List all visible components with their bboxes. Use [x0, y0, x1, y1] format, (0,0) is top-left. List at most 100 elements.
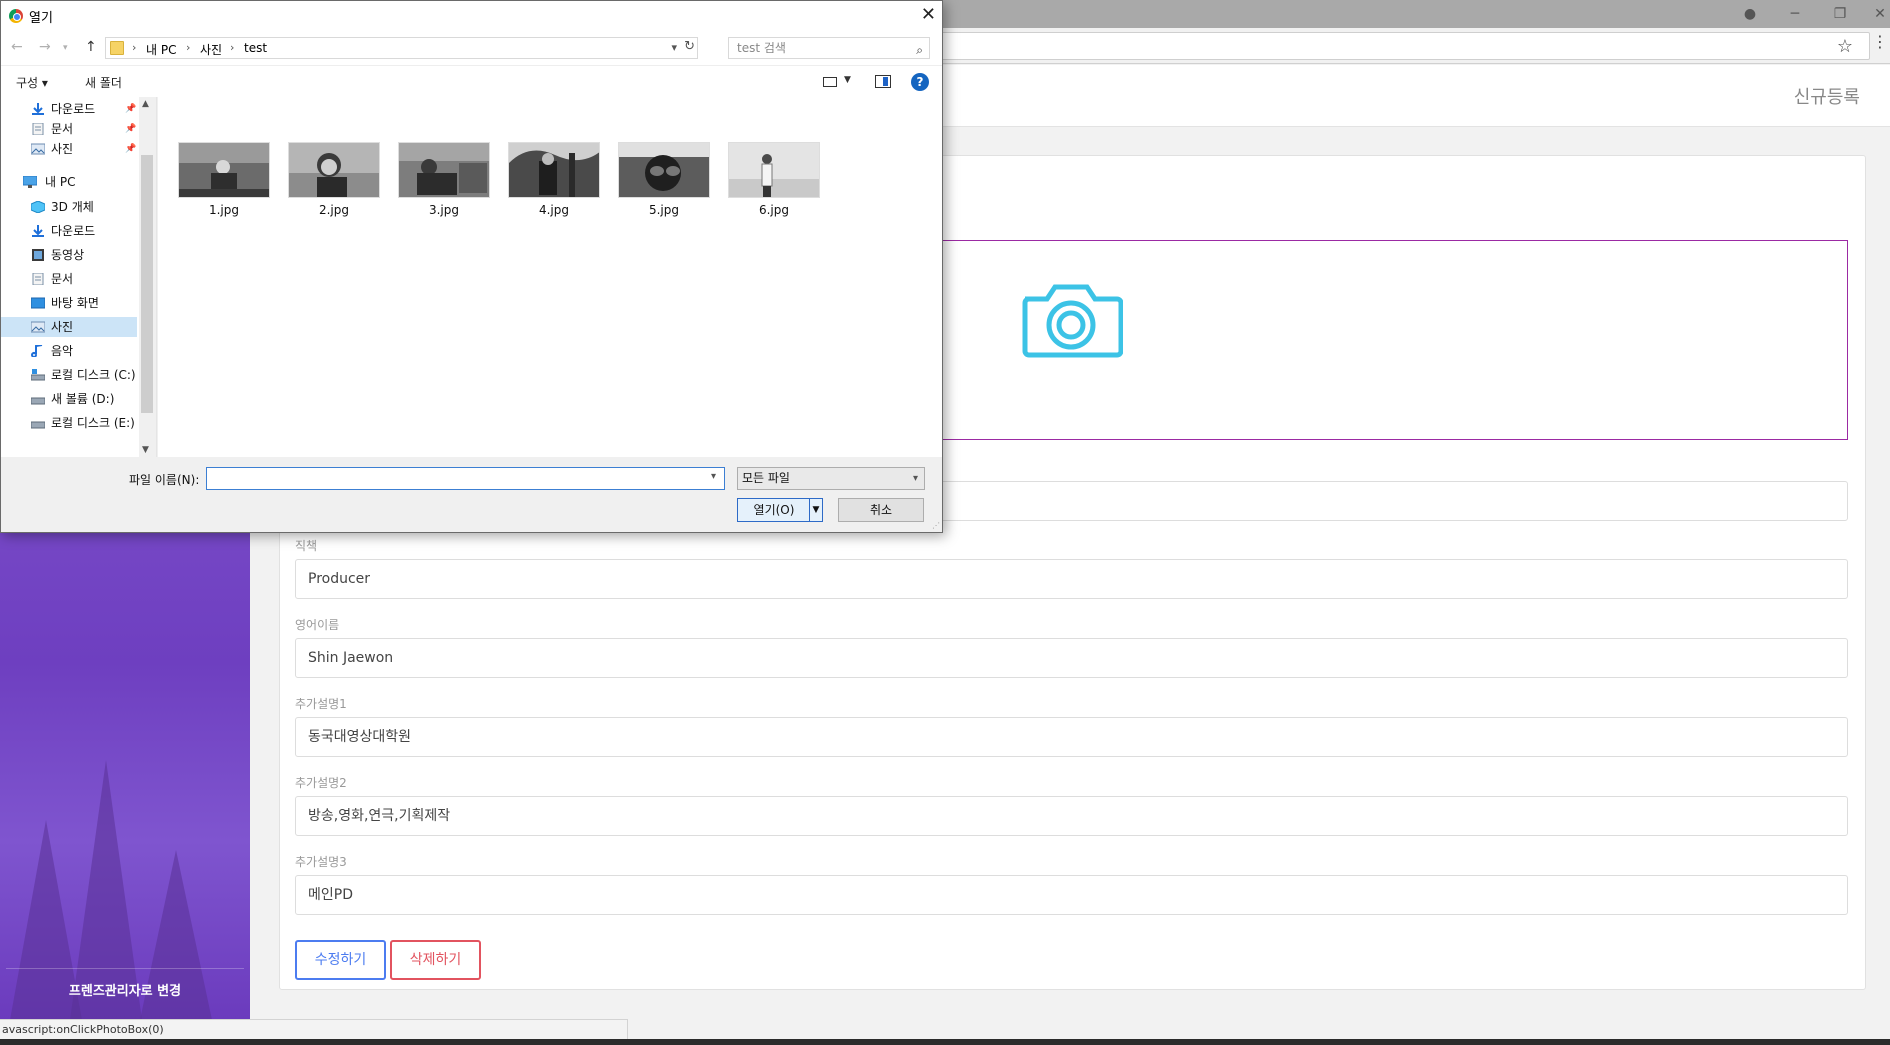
file-name[interactable]: 5.jpg [618, 203, 710, 217]
chevron-down-icon[interactable]: ▾ [711, 471, 716, 482]
nav-item-label: 문서 [51, 122, 74, 136]
file-thumbnail[interactable] [288, 142, 380, 198]
nav-item-desktop[interactable]: 바탕 화면 [1, 293, 137, 313]
close-window-icon[interactable]: ✕ [1860, 0, 1890, 28]
nav-item-this-pc[interactable]: 내 PC [1, 172, 137, 192]
open-dropdown-chevron-icon[interactable]: ▼ [809, 499, 822, 521]
file-type-value: 모든 파일 [742, 471, 790, 485]
document-icon [32, 123, 44, 135]
profile-icon[interactable]: ● [1730, 0, 1770, 28]
nav-item-label: 문서 [51, 272, 74, 286]
nav-item-music[interactable]: 음악 [1, 341, 137, 361]
browser-menu-icon[interactable]: ⋮ [1872, 34, 1888, 50]
file-name[interactable]: 2.jpg [288, 203, 380, 217]
desktop-icon [31, 297, 45, 309]
chevron-down-icon[interactable]: ▼ [844, 75, 851, 85]
back-arrow-icon[interactable]: ← [11, 39, 23, 55]
file-thumbnail[interactable] [728, 142, 820, 198]
photo-thumbnail-image [619, 143, 709, 197]
breadcrumb-item[interactable]: 사진 [200, 41, 222, 58]
pictures-icon [31, 143, 45, 155]
scroll-down-icon[interactable]: ▼ [142, 445, 149, 455]
restore-icon[interactable]: ❐ [1820, 0, 1860, 28]
extra-description-1-field[interactable]: 동국대영상대학원 [295, 717, 1848, 757]
nav-item-3d-objects[interactable]: 3D 개체 [1, 197, 137, 217]
nav-item-documents[interactable]: 문서 [1, 269, 137, 289]
new-folder-button[interactable]: 새 폴더 [85, 74, 122, 91]
file-name[interactable]: 4.jpg [508, 203, 600, 217]
scroll-up-icon[interactable]: ▲ [142, 99, 149, 109]
nav-item-drive-c[interactable]: 로컬 디스크 (C:) [1, 365, 137, 385]
file-thumbnail[interactable] [618, 142, 710, 198]
nav-item-label: 음악 [51, 344, 74, 358]
view-mode-icon[interactable] [823, 77, 837, 87]
breadcrumb-separator-icon[interactable]: › [132, 41, 136, 54]
nav-item-drive-e[interactable]: 로컬 디스크 (E:) [1, 413, 137, 433]
search-icon: ⌕ [916, 43, 923, 57]
drive-icon [31, 397, 45, 405]
pictures-icon [31, 321, 45, 333]
minimize-icon[interactable]: ─ [1775, 0, 1815, 28]
switch-to-friends-admin-button[interactable]: 프렌즈관리자로 변경 [6, 968, 244, 1014]
preview-pane-icon[interactable] [875, 75, 891, 88]
chevron-down-icon: ▾ [912, 473, 918, 484]
pin-icon: 📌 [125, 144, 137, 154]
cancel-button[interactable]: 취소 [838, 498, 924, 522]
filename-input[interactable] [206, 467, 725, 490]
pin-icon: 📌 [125, 124, 137, 134]
photo-thumbnail-image [399, 143, 489, 197]
nav-item-label: 내 PC [45, 175, 76, 189]
nav-item-label: 새 볼륨 (D:) [51, 392, 115, 406]
position-field[interactable]: Producer [295, 559, 1848, 599]
recent-chevron-icon[interactable]: ▾ [63, 43, 68, 53]
drive-icon [31, 421, 45, 429]
nav-item-downloads-quick[interactable]: 다운로드 📌 [1, 99, 137, 119]
nav-item-pictures-quick[interactable]: 사진 📌 [1, 139, 137, 159]
nav-item-documents-quick[interactable]: 문서 📌 [1, 119, 137, 139]
file-thumbnail[interactable] [398, 142, 490, 198]
edit-button[interactable]: 수정하기 [295, 940, 386, 980]
close-icon[interactable]: ✕ [921, 4, 936, 25]
field-label-extra2: 추가설명2 [295, 776, 347, 790]
photo-upload-box[interactable] [900, 240, 1848, 440]
navigation-pane: 다운로드 📌 문서 📌 사진 📌 내 PC 3D 개체 다운로드 동영상 문서 … [1, 97, 157, 457]
english-name-field[interactable]: Shin Jaewon [295, 638, 1848, 678]
nav-item-downloads[interactable]: 다운로드 [1, 221, 137, 241]
extra-description-2-field[interactable]: 방송,영화,연극,기획제작 [295, 796, 1848, 836]
breadcrumb-separator-icon[interactable]: › [230, 41, 234, 54]
nav-item-videos[interactable]: 동영상 [1, 245, 137, 265]
refresh-icon[interactable]: ↻ [684, 39, 695, 54]
field-label-position: 직책 [295, 539, 318, 553]
nav-item-drive-d[interactable]: 새 볼륨 (D:) [1, 389, 137, 409]
address-bar[interactable]: ☆ [880, 32, 1870, 60]
file-name[interactable]: 6.jpg [728, 203, 820, 217]
breadcrumb-item[interactable]: test [244, 41, 267, 55]
forward-arrow-icon[interactable]: → [39, 39, 51, 55]
file-name[interactable]: 1.jpg [178, 203, 270, 217]
video-icon [32, 249, 44, 261]
photo-thumbnail-image [729, 143, 819, 197]
up-arrow-icon[interactable]: ↑ [85, 39, 97, 55]
download-icon [32, 225, 44, 237]
nav-item-pictures[interactable]: 사진 [1, 317, 137, 337]
nav-pane-scrollbar[interactable]: ▲ ▼ [139, 97, 156, 457]
organize-menu[interactable]: 구성 ▾ [16, 74, 48, 91]
file-thumbnail[interactable] [178, 142, 270, 198]
search-input[interactable]: test 검색 ⌕ [728, 37, 930, 59]
resize-grip-icon[interactable]: ⋰ [932, 521, 940, 530]
scrollbar-thumb[interactable] [141, 155, 153, 413]
bookmark-star-icon[interactable]: ☆ [1837, 36, 1853, 57]
name-field[interactable] [900, 481, 1848, 521]
file-type-select[interactable]: 모든 파일 ▾ [737, 467, 925, 490]
file-name[interactable]: 3.jpg [398, 203, 490, 217]
extra-description-3-field[interactable]: 메인PD [295, 875, 1848, 915]
breadcrumb-separator-icon[interactable]: › [186, 41, 190, 54]
breadcrumb[interactable]: › 내 PC › 사진 › test ▾ ↻ [105, 37, 698, 59]
field-label-english-name: 영어이름 [295, 618, 340, 632]
file-thumbnail[interactable] [508, 142, 600, 198]
help-icon[interactable]: ? [911, 73, 929, 91]
delete-button[interactable]: 삭제하기 [390, 940, 481, 980]
status-bar: avascript:onClickPhotoBox(0) [0, 1019, 628, 1041]
chevron-down-icon[interactable]: ▾ [671, 41, 677, 54]
breadcrumb-item[interactable]: 내 PC [146, 41, 176, 58]
